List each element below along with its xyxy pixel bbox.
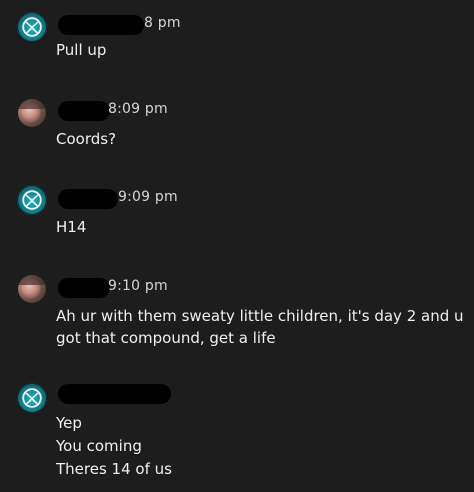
message-text: Coords?: [56, 130, 117, 148]
redacted-name: [58, 384, 171, 404]
xbox-avatar[interactable]: [18, 384, 46, 412]
xbox-avatar[interactable]: [18, 186, 46, 214]
redacted-name: [58, 15, 144, 35]
message-time: 9:09 pm: [118, 189, 178, 205]
profile-avatar[interactable]: [18, 275, 46, 303]
redacted-name: [58, 278, 110, 298]
message-text: got that compound, get a life: [56, 329, 276, 347]
message-text: H14: [56, 218, 87, 236]
chat-thread: 8 pm Pull up 8:09 pm Coords? 9:09 pm H14…: [0, 0, 474, 492]
xbox-avatar[interactable]: [18, 13, 46, 41]
xbox-icon: [22, 17, 42, 37]
profile-avatar[interactable]: [18, 99, 46, 127]
xbox-icon: [22, 190, 42, 210]
redacted-name: [58, 101, 110, 121]
message-time: 8:09 pm: [108, 101, 168, 117]
xbox-icon: [22, 388, 42, 408]
redacted-name: [58, 189, 118, 209]
message-text: Pull up: [56, 41, 107, 59]
message-text: You coming: [56, 437, 142, 455]
message-text: Ah ur with them sweaty little children, …: [56, 307, 464, 325]
message-text: Theres 14 of us: [56, 460, 172, 478]
message-time: 8 pm: [144, 15, 181, 31]
message-time: 9:10 pm: [108, 278, 168, 294]
message-text: Yep: [56, 414, 82, 432]
